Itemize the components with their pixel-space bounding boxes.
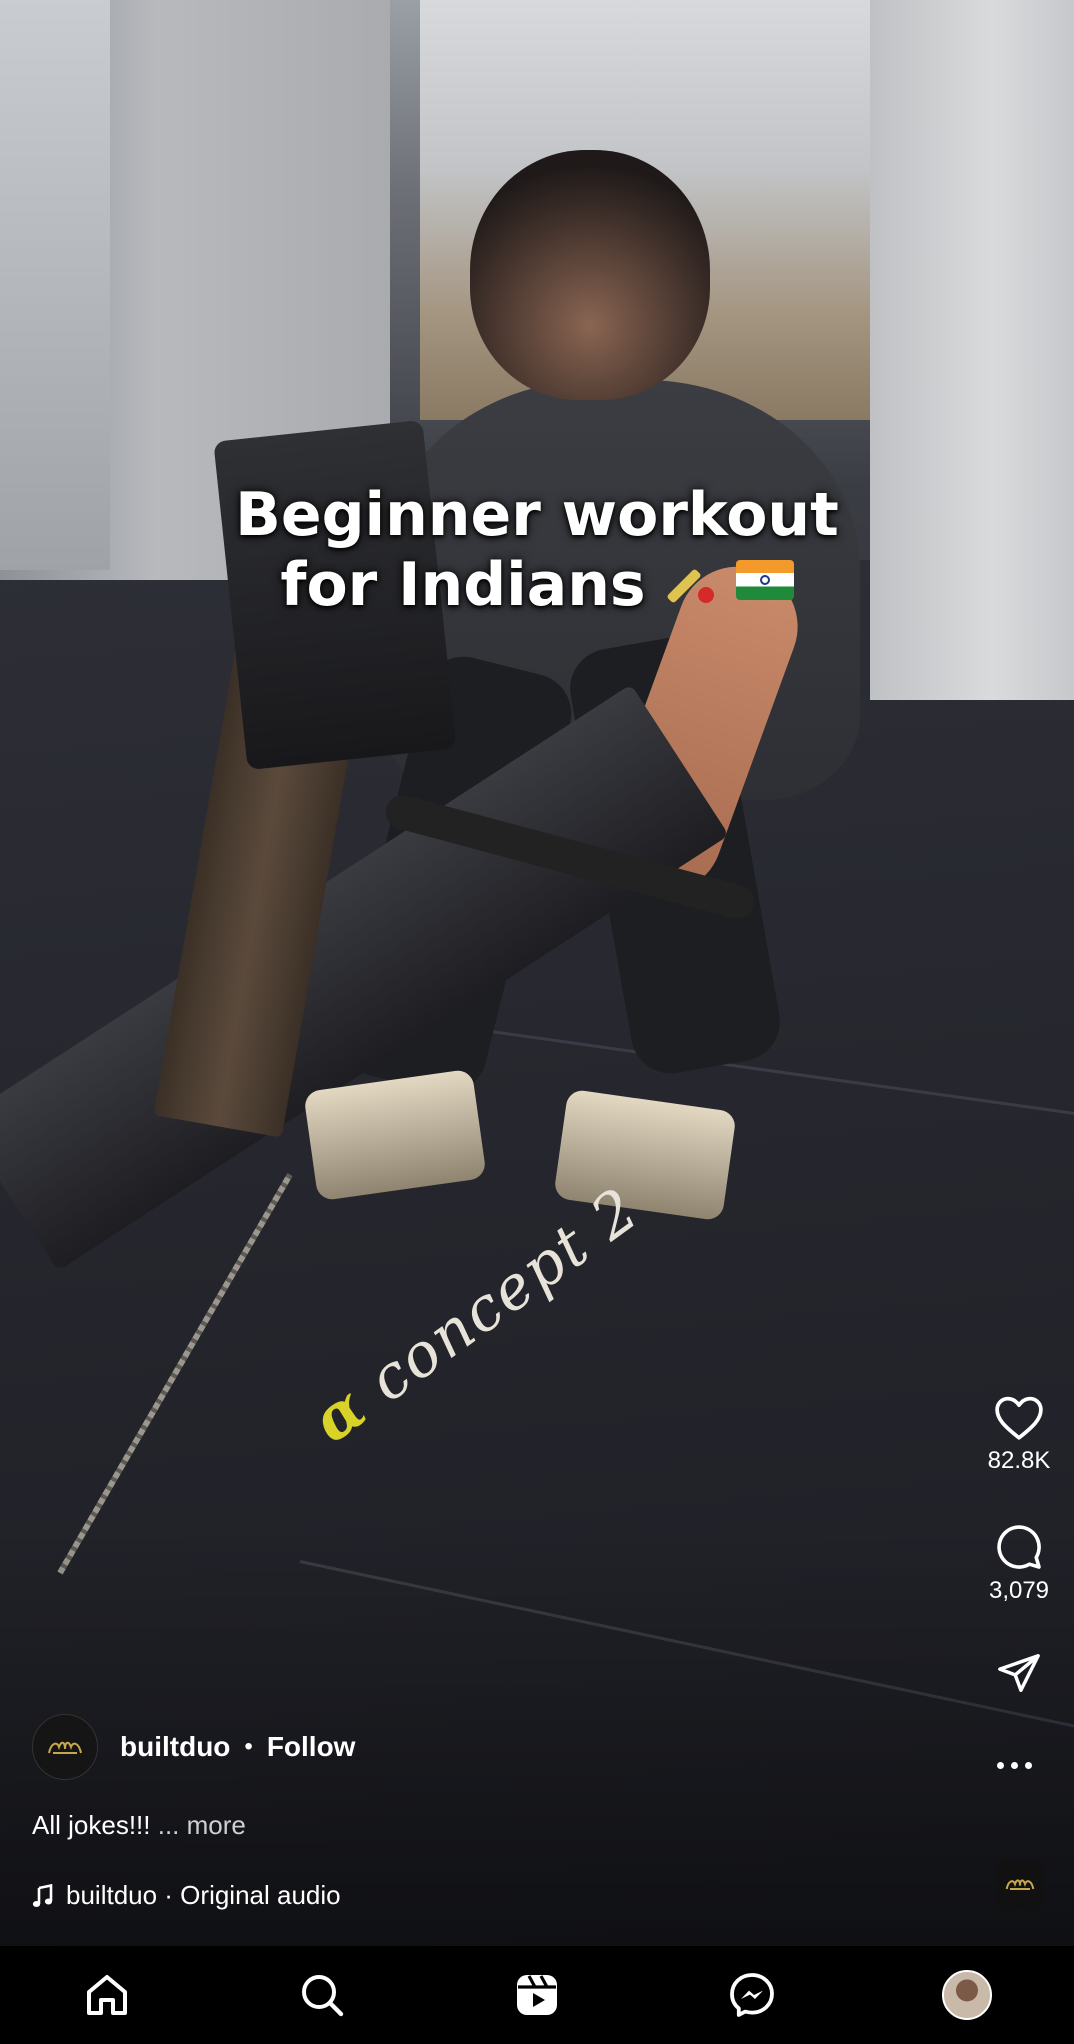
home-icon — [87, 1975, 128, 2015]
follow-button[interactable]: Follow — [267, 1731, 356, 1763]
nav-profile[interactable] — [927, 1955, 1007, 2035]
like-count: 82.8K — [987, 1447, 1051, 1474]
video-caption-overlay: Beginner workout for Indians — [0, 480, 1074, 620]
reels-icon — [516, 1975, 557, 2015]
audio-label: builtduo · Original audio — [66, 1880, 341, 1910]
share-button[interactable] — [964, 1650, 1074, 1696]
cricket-ball-emoji — [697, 587, 714, 603]
reel-video[interactable]: α concept 2 Beginner workout for Indians — [0, 0, 1074, 1946]
caption-line-1: Beginner workout — [235, 480, 839, 550]
author-avatar[interactable] — [32, 1714, 98, 1780]
more-dots-icon — [997, 1762, 1004, 1769]
author-row: builtduo • Follow — [32, 1714, 356, 1780]
separator-dot: • — [244, 1733, 253, 1760]
cricket-bat-emoji — [665, 568, 702, 604]
send-icon — [998, 1654, 1040, 1692]
bottom-nav-bar — [0, 1946, 1074, 2044]
builtduo-logo-icon — [48, 1741, 82, 1754]
comment-icon — [997, 1525, 1041, 1569]
nav-messenger[interactable] — [712, 1955, 792, 2035]
builtduo-logo-icon — [1005, 1879, 1035, 1890]
description-text: All jokes!!! — [32, 1810, 151, 1840]
person-head — [470, 150, 710, 400]
author-username[interactable]: builtduo — [120, 1731, 230, 1763]
profile-avatar — [941, 1970, 992, 2020]
music-note-icon — [32, 1883, 53, 1907]
search-icon — [302, 1975, 344, 2017]
heart-icon — [995, 1396, 1043, 1440]
audio-attribution[interactable]: builtduo · Original audio — [32, 1880, 341, 1911]
comment-count: 3,079 — [988, 1577, 1050, 1604]
audio-thumbnail[interactable] — [996, 1860, 1044, 1908]
messenger-icon — [729, 1973, 774, 2017]
reel-description[interactable]: All jokes!!! ... more — [32, 1810, 246, 1841]
india-flag-emoji — [735, 560, 794, 601]
like-button[interactable]: 82.8K — [964, 1395, 1074, 1475]
more-options-button[interactable] — [997, 1762, 1032, 1769]
comment-button[interactable]: 3,079 — [964, 1523, 1074, 1605]
footplate — [303, 1068, 487, 1202]
nav-search[interactable] — [282, 1955, 362, 2035]
nav-reels[interactable] — [497, 1955, 577, 2035]
nav-home[interactable] — [67, 1955, 147, 2035]
description-more-link[interactable]: ... more — [158, 1810, 246, 1840]
caption-line-2: for Indians — [0, 550, 1074, 620]
